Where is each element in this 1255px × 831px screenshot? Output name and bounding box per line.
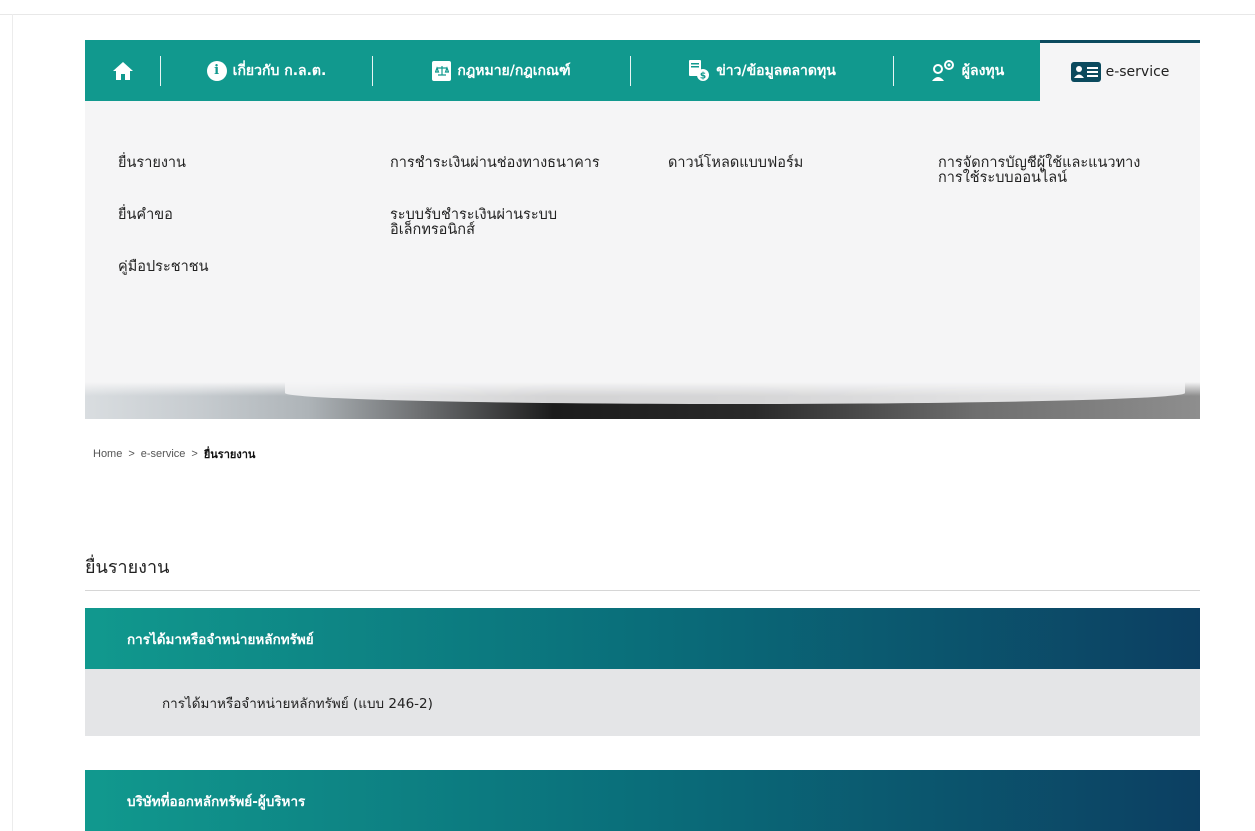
hero-banner-strip (85, 382, 1200, 419)
menu-item-citizen-manual[interactable]: คู่มือประชาชน (118, 260, 378, 275)
nav-investor[interactable]: ผู้ลงทุน (894, 40, 1040, 101)
section-header-acquisition[interactable]: การได้มาหรือจำหน่ายหลักทรัพย์ (85, 608, 1200, 669)
page-title: ยื่นรายงาน (85, 557, 170, 578)
nav-eservice[interactable]: e-service (1040, 40, 1200, 101)
hero-arc (285, 382, 1185, 404)
menu-column-3: ดาวน์โหลดแบบฟอร์ม (668, 156, 928, 208)
id-card-icon (1070, 62, 1101, 82)
title-divider (85, 590, 1200, 591)
law-scale-icon (432, 60, 452, 81)
menu-item-e-payment-line2: อิเล็กทรอนิกส์ (390, 222, 475, 238)
investor-people-icon (930, 59, 956, 82)
breadcrumb-eservice[interactable]: e-service (141, 448, 186, 460)
menu-column-1: ยื่นรายงาน ยื่นคำขอ คู่มือประชาชน (118, 156, 378, 312)
news-document-icon: $ (688, 59, 710, 83)
breadcrumb-separator: > (128, 448, 135, 460)
breadcrumb-separator: > (191, 448, 198, 460)
menu-item-bank-payment[interactable]: การชำระเงินผ่านช่องทางธนาคาร (390, 156, 650, 171)
nav-separator (160, 55, 161, 86)
menu-item-download-forms[interactable]: ดาวน์โหลดแบบฟอร์ม (668, 156, 928, 171)
menu-item-account-management-line1: การจัดการบัญชีผู้ใช้และแนวทาง (938, 155, 1141, 171)
main-nav-green: i เกี่ยวกับ ก.ล.ต. กฎหมาย/กฎเกณฑ์ $ ข่าว… (85, 40, 1040, 101)
nav-eservice-label: e-service (1105, 64, 1170, 80)
menu-column-2: การชำระเงินผ่านช่องทางธนาคาร ระบบรับชำระ… (390, 156, 650, 275)
main-nav: i เกี่ยวกับ ก.ล.ต. กฎหมาย/กฎเกณฑ์ $ ข่าว… (85, 40, 1200, 101)
info-icon: i (206, 60, 227, 81)
eservice-dropdown-menu: ยื่นรายงาน ยื่นคำขอ คู่มือประชาชน การชำร… (85, 101, 1200, 382)
breadcrumb-home[interactable]: Home (93, 448, 122, 460)
menu-item-submit-request[interactable]: ยื่นคำขอ (118, 208, 378, 223)
nav-home[interactable] (85, 40, 160, 101)
nav-news-label: ข่าว/ข้อมูลตลาดทุน (716, 62, 836, 79)
svg-text:$: $ (700, 71, 706, 81)
nav-separator (630, 55, 631, 86)
nav-investor-label: ผู้ลงทุน (961, 62, 1005, 79)
menu-item-account-management[interactable]: การจัดการบัญชีผู้ใช้และแนวทาง การใช้ระบบ… (938, 156, 1188, 186)
nav-law-label: กฎหมาย/กฎเกณฑ์ (457, 62, 571, 79)
nav-about-label: เกี่ยวกับ ก.ล.ต. (232, 62, 327, 79)
home-icon (112, 61, 134, 81)
menu-item-account-management-line2: การใช้ระบบออนไลน์ (938, 170, 1068, 186)
nav-separator (893, 55, 894, 86)
menu-item-submit-report[interactable]: ยื่นรายงาน (118, 156, 378, 171)
menu-item-e-payment-line1: ระบบรับชำระเงินผ่านระบบ (390, 207, 558, 223)
section-header-issuer-executives[interactable]: บริษัทที่ออกหลักทรัพย์-ผู้บริหาร (85, 770, 1200, 831)
menu-item-e-payment[interactable]: ระบบรับชำระเงินผ่านระบบ อิเล็กทรอนิกส์ (390, 208, 650, 238)
breadcrumb: Home > e-service > ยื่นรายงาน (93, 445, 255, 463)
breadcrumb-current: ยื่นรายงาน (203, 449, 256, 461)
nav-news[interactable]: $ ข่าว/ข้อมูลตลาดทุน (631, 40, 893, 101)
nav-separator (372, 55, 373, 86)
menu-column-4: การจัดการบัญชีผู้ใช้และแนวทาง การใช้ระบบ… (938, 156, 1188, 223)
nav-law[interactable]: กฎหมาย/กฎเกณฑ์ (373, 40, 630, 101)
section-item-form-246-2[interactable]: การได้มาหรือจำหน่ายหลักทรัพย์ (แบบ 246-2… (85, 669, 1200, 736)
nav-about[interactable]: i เกี่ยวกับ ก.ล.ต. (161, 40, 372, 101)
